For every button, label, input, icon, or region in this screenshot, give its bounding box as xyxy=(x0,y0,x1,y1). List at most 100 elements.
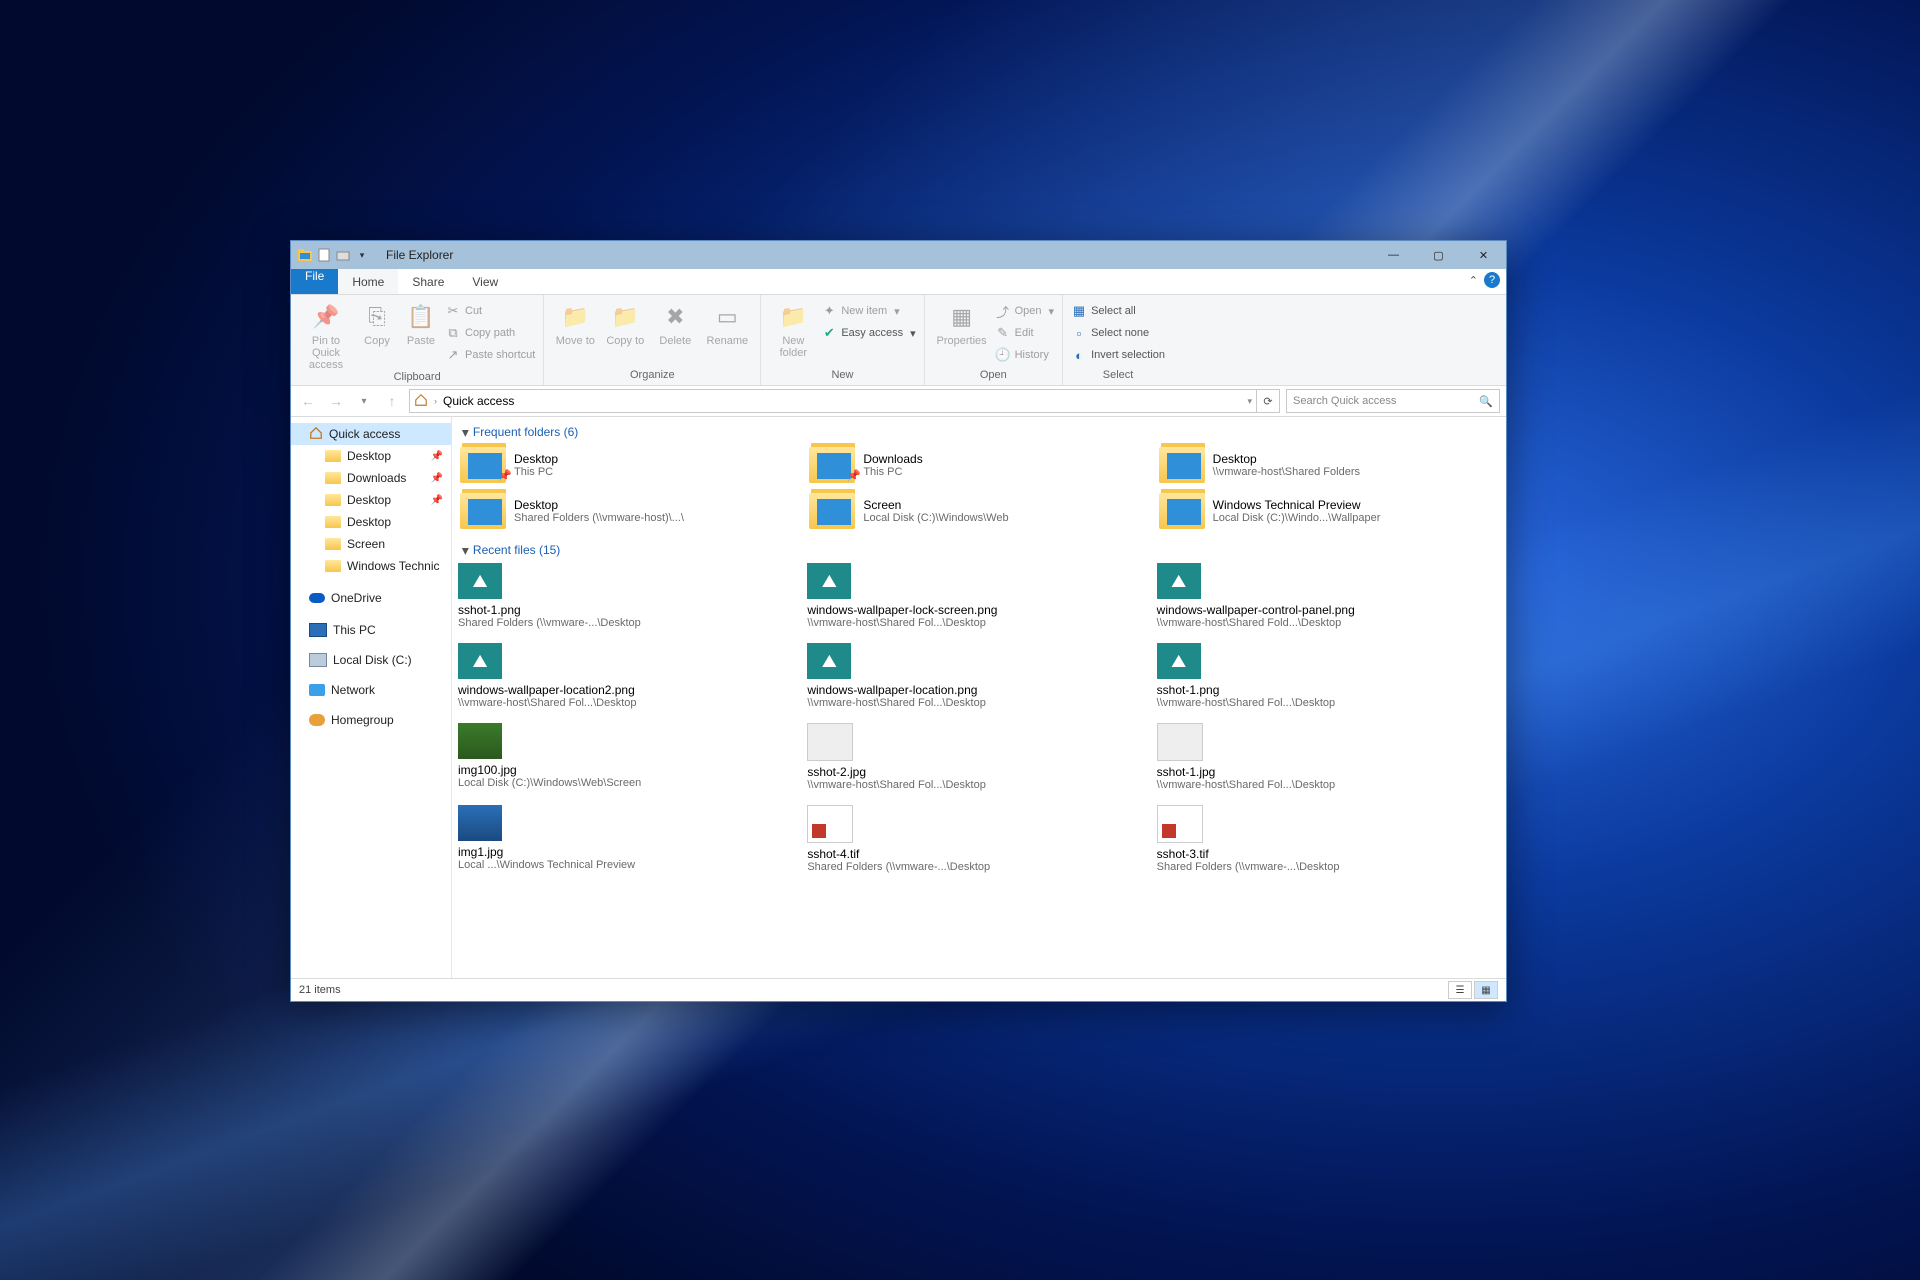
content-pane[interactable]: ▶Frequent folders (6) DesktopThis PC📌Dow… xyxy=(452,417,1506,978)
moveto-icon: 📁 xyxy=(559,301,591,333)
view-icons-button[interactable]: ▦ xyxy=(1474,981,1498,999)
tab-file[interactable]: File xyxy=(291,269,338,294)
sidebar-item-3[interactable]: Desktop xyxy=(291,511,451,533)
minimize-button[interactable]: — xyxy=(1371,241,1416,269)
open-button[interactable]: ⤴Open▾ xyxy=(995,301,1054,321)
ribbon-tabs: File Home Share View ⌃ ? xyxy=(291,269,1506,295)
ribbon-group-clipboard: 📌 Pin to Quick access ⎘ Copy 📋 Paste ✂Cu… xyxy=(291,295,544,385)
delete-icon: ✖ xyxy=(659,301,691,333)
qat-dropdown-icon[interactable]: ▾ xyxy=(354,247,370,263)
frequent-folder[interactable]: ScreenLocal Disk (C:)\Windows\Web xyxy=(807,491,1146,531)
frequent-folder[interactable]: Windows Technical PreviewLocal Disk (C:)… xyxy=(1157,491,1496,531)
help-icon[interactable]: ? xyxy=(1484,272,1500,288)
sidebar-quick-access[interactable]: Quick access xyxy=(291,423,451,445)
recent-files-grid: ⛰sshot-1.pngShared Folders (\\vmware-...… xyxy=(458,563,1496,873)
selectnone-button[interactable]: ▫Select none xyxy=(1071,323,1165,343)
maximize-button[interactable]: ▢ xyxy=(1416,241,1461,269)
copypath-button[interactable]: ⧉Copy path xyxy=(445,323,535,343)
recent-file[interactable]: ⛰windows-wallpaper-control-panel.png\\vm… xyxy=(1157,563,1496,629)
properties-button[interactable]: ▦Properties xyxy=(933,299,991,347)
recent-file[interactable]: ⛰sshot-1.pngShared Folders (\\vmware-...… xyxy=(458,563,797,629)
easyaccess-button[interactable]: ✔Easy access▾ xyxy=(821,323,915,343)
shortcut-icon: ↗ xyxy=(445,347,461,363)
sidebar-homegroup[interactable]: Homegroup xyxy=(291,709,451,731)
recent-file[interactable]: sshot-3.tifShared Folders (\\vmware-...\… xyxy=(1157,805,1496,873)
delete-button[interactable]: ✖Delete xyxy=(652,299,698,347)
copy-button[interactable]: ⎘ Copy xyxy=(357,299,397,347)
group-header-recent[interactable]: ▶Recent files (15) xyxy=(458,539,1496,563)
nav-forward-button[interactable]: → xyxy=(325,390,347,412)
collapse-ribbon-icon[interactable]: ⌃ xyxy=(1469,274,1478,287)
search-icon: 🔍 xyxy=(1479,395,1493,408)
ribbon-group-organize: 📁Move to 📁Copy to ✖Delete ▭Rename Organi… xyxy=(544,295,761,385)
paste-button[interactable]: 📋 Paste xyxy=(401,299,441,347)
cut-button[interactable]: ✂Cut xyxy=(445,301,535,321)
recent-file[interactable]: img100.jpgLocal Disk (C:)\Windows\Web\Sc… xyxy=(458,723,797,791)
qat-newfolder-icon[interactable] xyxy=(335,247,351,263)
sidebar-item-2[interactable]: Desktop📌 xyxy=(291,489,451,511)
group-header-frequent[interactable]: ▶Frequent folders (6) xyxy=(458,421,1496,445)
rename-icon: ▭ xyxy=(711,301,743,333)
pin-icon: 📌 xyxy=(847,469,861,482)
nav-back-button[interactable]: ← xyxy=(297,390,319,412)
recent-file[interactable]: img1.jpgLocal ...\Windows Technical Prev… xyxy=(458,805,797,873)
address-dropdown-icon[interactable]: ▾ xyxy=(1247,396,1252,407)
selectall-button[interactable]: ▦Select all xyxy=(1071,301,1165,321)
sidebar-onedrive[interactable]: OneDrive xyxy=(291,587,451,609)
sidebar-local-disk[interactable]: Local Disk (C:) xyxy=(291,649,451,671)
sidebar-item-0[interactable]: Desktop📌 xyxy=(291,445,451,467)
image-icon: ⛰ xyxy=(1157,563,1201,599)
newfolder-button[interactable]: 📁New folder xyxy=(769,299,817,359)
moveto-button[interactable]: 📁Move to xyxy=(552,299,598,347)
status-bar: 21 items ☰ ▦ xyxy=(291,978,1506,1001)
breadcrumb-location[interactable]: Quick access xyxy=(443,394,514,408)
frequent-folder[interactable]: DesktopShared Folders (\\vmware-host)\..… xyxy=(458,491,797,531)
recent-file[interactable]: ⛰sshot-1.png\\vmware-host\Shared Fol...\… xyxy=(1157,643,1496,709)
pin-icon: 📌 xyxy=(431,495,443,506)
image-icon: ⛰ xyxy=(458,643,502,679)
frequent-folder[interactable]: Desktop\\vmware-host\Shared Folders xyxy=(1157,445,1496,485)
nav-recent-dropdown[interactable]: ▾ xyxy=(353,390,375,412)
newitem-icon: ✦ xyxy=(821,303,837,319)
recent-file[interactable]: sshot-1.jpg\\vmware-host\Shared Fol...\D… xyxy=(1157,723,1496,791)
pin-quickaccess-button[interactable]: 📌 Pin to Quick access xyxy=(299,299,353,371)
search-box[interactable]: Search Quick access 🔍 xyxy=(1286,389,1500,413)
nav-up-button[interactable]: ↑ xyxy=(381,390,403,412)
recent-file[interactable]: ⛰windows-wallpaper-location.png\\vmware-… xyxy=(807,643,1146,709)
view-details-button[interactable]: ☰ xyxy=(1448,981,1472,999)
newitem-button[interactable]: ✦New item▾ xyxy=(821,301,915,321)
address-row: ← → ▾ ↑ › Quick access ▾ ⟳ Search Quick … xyxy=(291,386,1506,417)
close-button[interactable]: ✕ xyxy=(1461,241,1506,269)
edit-button[interactable]: ✎Edit xyxy=(995,323,1054,343)
file-explorer-window: ▾ File Explorer — ▢ ✕ File Home Share Vi… xyxy=(290,240,1507,1002)
address-bar[interactable]: › Quick access ▾ xyxy=(409,389,1257,413)
sidebar-network[interactable]: Network xyxy=(291,679,451,701)
history-button[interactable]: 🕘History xyxy=(995,345,1054,365)
refresh-button[interactable]: ⟳ xyxy=(1257,389,1280,413)
sidebar-this-pc[interactable]: This PC xyxy=(291,619,451,641)
qat-properties-icon[interactable] xyxy=(316,247,332,263)
recent-file[interactable]: sshot-4.tifShared Folders (\\vmware-...\… xyxy=(807,805,1146,873)
window-controls: — ▢ ✕ xyxy=(1371,241,1506,269)
explorer-app-icon xyxy=(297,247,313,263)
frequent-folder[interactable]: DownloadsThis PC📌 xyxy=(807,445,1146,485)
pasteshortcut-button[interactable]: ↗Paste shortcut xyxy=(445,345,535,365)
ribbon-group-select: ▦Select all ▫Select none ◐Invert selecti… xyxy=(1063,295,1173,385)
sidebar-item-5[interactable]: Windows Technic xyxy=(291,555,451,577)
titlebar[interactable]: ▾ File Explorer — ▢ ✕ xyxy=(291,241,1506,269)
rename-button[interactable]: ▭Rename xyxy=(702,299,752,347)
home-icon xyxy=(309,426,323,443)
sidebar-item-1[interactable]: Downloads📌 xyxy=(291,467,451,489)
tab-view[interactable]: View xyxy=(458,269,512,294)
tab-home[interactable]: Home xyxy=(338,269,398,294)
tab-share[interactable]: Share xyxy=(398,269,458,294)
invertsel-button[interactable]: ◐Invert selection xyxy=(1071,345,1165,365)
sidebar-item-4[interactable]: Screen xyxy=(291,533,451,555)
recent-file[interactable]: ⛰windows-wallpaper-lock-screen.png\\vmwa… xyxy=(807,563,1146,629)
recent-file[interactable]: ⛰windows-wallpaper-location2.png\\vmware… xyxy=(458,643,797,709)
copyto-button[interactable]: 📁Copy to xyxy=(602,299,648,347)
recent-file[interactable]: sshot-2.jpg\\vmware-host\Shared Fol...\D… xyxy=(807,723,1146,791)
frequent-folder[interactable]: DesktopThis PC📌 xyxy=(458,445,797,485)
easyaccess-icon: ✔ xyxy=(821,325,837,341)
ribbon-group-open: ▦Properties ⤴Open▾ ✎Edit 🕘History Open xyxy=(925,295,1063,385)
